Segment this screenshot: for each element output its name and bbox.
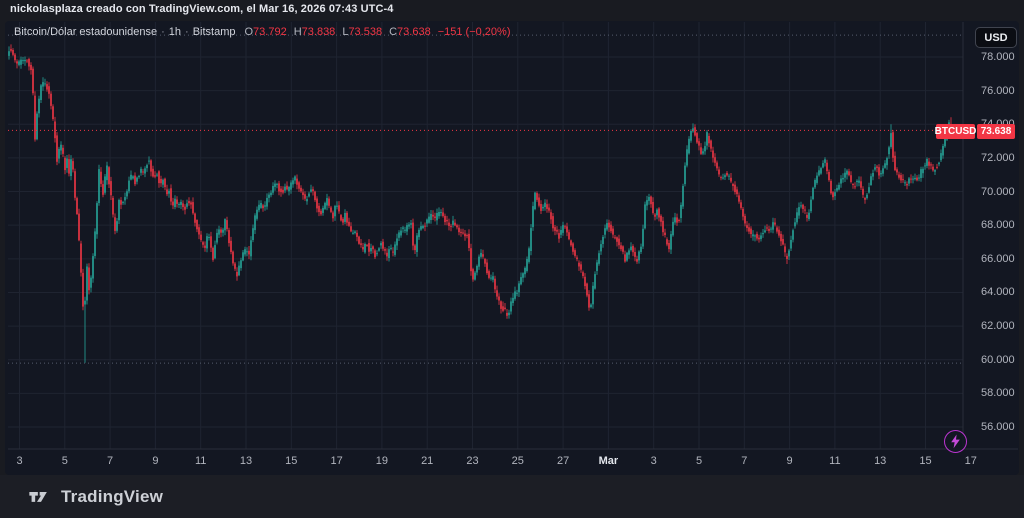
time-axis-label: 5 [62, 455, 68, 468]
time-axis-label: 17 [965, 455, 977, 468]
high-value: 73.838 [302, 26, 336, 38]
currency-button[interactable]: USD [975, 27, 1017, 48]
footer-bar: TradingView [0, 475, 1024, 518]
price-axis-label: 70.000 [981, 186, 1015, 198]
price-axis-label: 66.000 [981, 253, 1015, 265]
time-axis-label: 9 [787, 455, 793, 468]
time-axis-label: 5 [696, 455, 702, 468]
symbol-title: Bitcoin/Dólar estadounidense [14, 26, 157, 38]
time-axis-label: 13 [874, 455, 886, 468]
ohlc-values: O73.792 H73.838 L73.538 C73.638 [244, 26, 430, 38]
symbol-header[interactable]: Bitcoin/Dólar estadounidense · 1h · Bits… [14, 25, 510, 39]
price-axis-label: 78.000 [981, 51, 1015, 63]
exchange-label: Bitstamp [193, 26, 236, 38]
time-axis-label: Mar [599, 455, 619, 468]
time-axis-label: 3 [651, 455, 657, 468]
time-axis-label: 25 [512, 455, 524, 468]
time-axis-label: 3 [16, 455, 22, 468]
interval-label: 1h [169, 26, 181, 38]
change-value: −151 (−0,20%) [438, 26, 511, 38]
tradingview-logo [28, 488, 54, 505]
time-axis-label: 9 [152, 455, 158, 468]
price-axis-label: 64.000 [981, 286, 1015, 298]
candlestick-chart[interactable] [0, 0, 1024, 518]
price-axis-label: 62.000 [981, 320, 1015, 332]
price-axis-label: 60.000 [981, 354, 1015, 366]
high-label: H [294, 26, 302, 38]
time-axis-label: 23 [466, 455, 478, 468]
close-value: 73.638 [397, 26, 431, 38]
time-axis-label: 15 [285, 455, 297, 468]
price-axis-label: 72.000 [981, 152, 1015, 164]
time-axis-label: 11 [195, 455, 206, 468]
time-axis-label: 13 [240, 455, 252, 468]
lightning-bolt-icon [949, 434, 962, 449]
low-value: 73.538 [348, 26, 382, 38]
tradingview-snapshot: { "attribution": "nickolasplaza creado c… [0, 0, 1024, 518]
price-line-value-badge: 73.638 [977, 124, 1015, 139]
time-axis-label: 21 [421, 455, 433, 468]
price-axis-label: 58.000 [981, 387, 1015, 399]
flash-button[interactable] [944, 430, 967, 453]
brand-text: TradingView [61, 487, 163, 507]
separator: · [181, 26, 193, 38]
time-axis-label: 7 [107, 455, 113, 468]
time-axis-label: 11 [829, 455, 840, 468]
price-axis-label: 68.000 [981, 219, 1015, 231]
time-axis-label: 7 [741, 455, 747, 468]
price-line-symbol-badge: BTCUSD [936, 124, 975, 139]
price-axis-label: 56.000 [981, 421, 1015, 433]
time-axis-label: 17 [330, 455, 342, 468]
price-axis-label: 76.000 [981, 85, 1015, 97]
time-axis-label: 15 [919, 455, 931, 468]
open-label: O [244, 26, 253, 38]
close-label: C [389, 26, 397, 38]
time-axis-label: 19 [376, 455, 388, 468]
open-value: 73.792 [253, 26, 287, 38]
tradingview-brand-link[interactable]: TradingView [28, 487, 163, 507]
separator: · [157, 26, 169, 38]
time-axis-label: 27 [557, 455, 569, 468]
